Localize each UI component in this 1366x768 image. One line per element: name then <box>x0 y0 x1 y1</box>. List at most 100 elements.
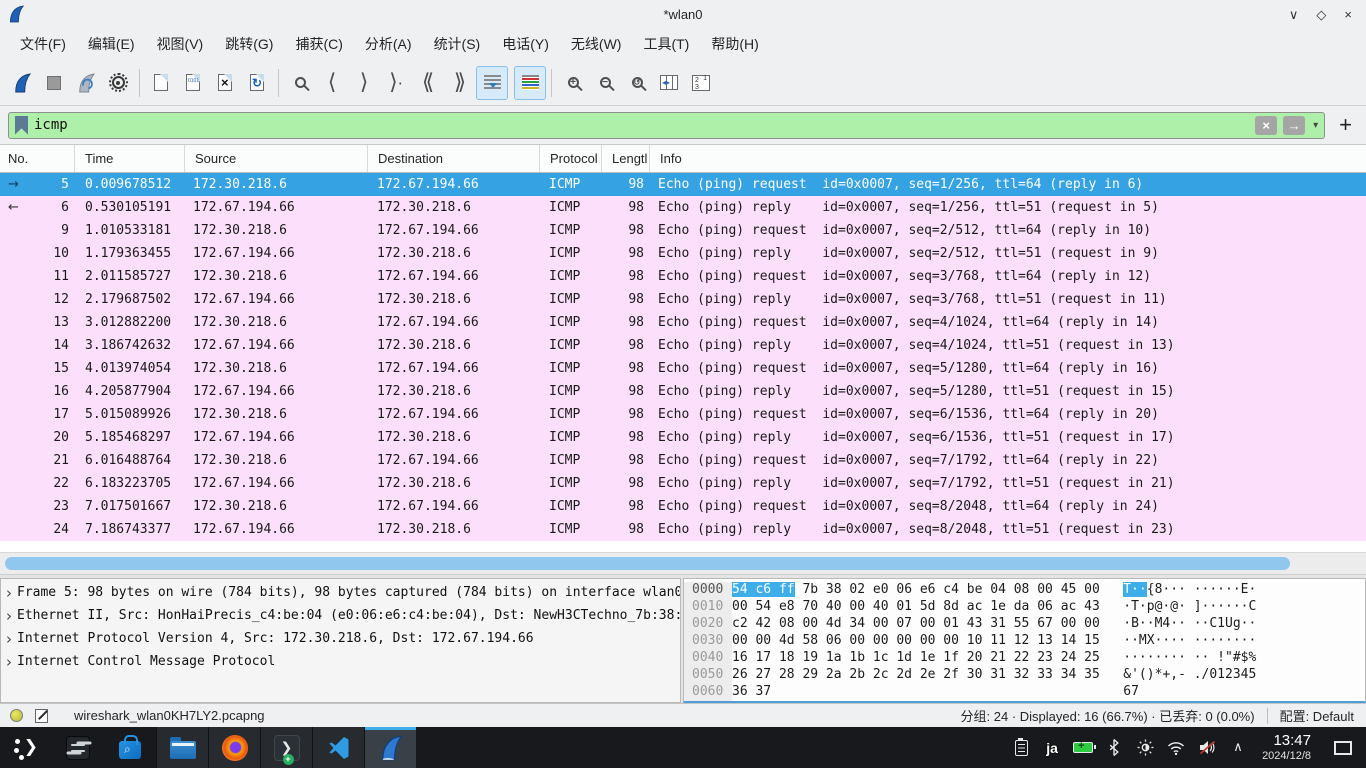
expert-info-icon[interactable] <box>10 709 23 722</box>
horizontal-scrollbar[interactable] <box>0 553 1366 575</box>
save-file-button[interactable] <box>177 66 209 100</box>
packet-row[interactable]: 15 4.013974054 172.30.218.6 172.67.194.6… <box>0 357 1366 380</box>
column-header-no[interactable]: No. <box>0 145 75 172</box>
expander-icon[interactable]: › <box>1 653 17 671</box>
menu-item[interactable]: 工具(T) <box>633 30 699 58</box>
packet-row[interactable]: 23 7.017501667 172.30.218.6 172.67.194.6… <box>0 495 1366 518</box>
file-manager-button[interactable] <box>156 727 208 768</box>
profile-label[interactable]: 配置: Default <box>1280 706 1356 725</box>
vscode-button[interactable] <box>312 727 364 768</box>
menu-item[interactable]: 电话(Y) <box>492 30 559 58</box>
capture-filename[interactable]: wireshark_wlan0KH7LY2.pcapng <box>74 708 265 723</box>
menu-item[interactable]: 帮助(H) <box>701 30 768 58</box>
colorize-button[interactable] <box>514 66 546 100</box>
settings-button[interactable] <box>52 727 104 768</box>
wireshark-taskbar-button[interactable] <box>364 727 416 768</box>
zoom-in-button[interactable]: + <box>557 66 589 100</box>
menu-item[interactable]: 无线(W) <box>561 30 632 58</box>
menu-item[interactable]: 视图(V) <box>147 30 214 58</box>
close-icon[interactable]: × <box>1344 8 1352 21</box>
detail-row[interactable]: › Internet Control Message Protocol <box>1 650 680 673</box>
app-launcher-button[interactable]: ❯ <box>0 727 52 768</box>
hex-row[interactable]: 0000 54 c6 ff 7b 38 02 e0 06 e6 c4 be 04… <box>740 582 1256 599</box>
packet-row[interactable]: 16 4.205877904 172.67.194.66 172.30.218.… <box>0 380 1366 403</box>
detail-row[interactable]: › Frame 5: 98 bytes on wire (784 bits), … <box>1 581 680 604</box>
bluetooth-icon[interactable] <box>1103 736 1125 760</box>
hex-row[interactable]: 0060 36 37 67 <box>740 684 1256 701</box>
packet-row[interactable]: →5 0.009678512 172.30.218.6 172.67.194.6… <box>0 173 1366 196</box>
hex-row[interactable]: 0050 26 27 28 29 2a 2b 2c 2d 2e 2f 30 31… <box>740 667 1256 684</box>
restart-capture-button[interactable] <box>70 66 102 100</box>
filter-clear-button[interactable]: × <box>1255 116 1277 135</box>
hex-row[interactable]: 0040 16 17 18 19 1a 1b 1c 1d 1e 1f 20 21… <box>740 650 1256 667</box>
packet-row[interactable]: 14 3.186742632 172.67.194.66 172.30.218.… <box>0 334 1366 357</box>
column-header-destination[interactable]: Destination <box>368 145 540 172</box>
input-method-icon[interactable]: ja <box>1041 736 1063 760</box>
capture-comment-icon[interactable] <box>35 709 48 723</box>
start-capture-button[interactable] <box>6 66 38 100</box>
show-desktop-button[interactable] <box>1334 741 1352 755</box>
battery-icon[interactable] <box>1072 736 1094 760</box>
wifi-icon[interactable] <box>1165 736 1187 760</box>
detail-row[interactable]: › Internet Protocol Version 4, Src: 172.… <box>1 627 680 650</box>
hex-row[interactable]: 0030 00 00 4d 58 06 00 00 00 00 00 10 11… <box>740 633 1256 650</box>
packet-row[interactable]: 21 6.016488764 172.30.218.6 172.67.194.6… <box>0 449 1366 472</box>
normal-size-button[interactable]: ↺ <box>621 66 653 100</box>
terminal-button[interactable]: ❯+ <box>260 727 312 768</box>
minimize-icon[interactable]: ∨ <box>1289 8 1299 21</box>
zoom-out-button[interactable]: − <box>589 66 621 100</box>
column-header-length[interactable]: Lengtl <box>602 145 650 172</box>
packet-row[interactable]: 13 3.012882200 172.30.218.6 172.67.194.6… <box>0 311 1366 334</box>
display-filter-input[interactable]: icmp × → ▾ <box>8 112 1325 139</box>
menu-item[interactable]: 统计(S) <box>424 30 491 58</box>
column-header-protocol[interactable]: Protocol <box>540 145 602 172</box>
packet-row[interactable]: 9 1.010533181 172.30.218.6 172.67.194.66… <box>0 219 1366 242</box>
packet-row[interactable]: 12 2.179687502 172.67.194.66 172.30.218.… <box>0 288 1366 311</box>
menu-item[interactable]: 编辑(E) <box>78 30 145 58</box>
menu-item[interactable]: 分析(A) <box>355 30 422 58</box>
close-file-button[interactable] <box>209 66 241 100</box>
menu-item[interactable]: 捕获(C) <box>285 30 352 58</box>
packet-row[interactable]: ←6 0.530105191 172.67.194.66 172.30.218.… <box>0 196 1366 219</box>
detail-row[interactable]: › Ethernet II, Src: HonHaiPrecis_c4:be:0… <box>1 604 680 627</box>
expander-icon[interactable]: › <box>1 630 17 648</box>
packet-row[interactable]: 24 7.186743377 172.67.194.66 172.30.218.… <box>0 518 1366 541</box>
hex-row[interactable]: 0010 00 54 e8 70 40 00 40 01 5d 8d ac 1e… <box>740 599 1256 616</box>
capture-options-button[interactable] <box>102 66 134 100</box>
hex-row[interactable]: 0020 c2 42 08 00 4d 34 00 07 00 01 43 31… <box>740 616 1256 633</box>
packet-row[interactable]: 20 5.185468297 172.67.194.66 172.30.218.… <box>0 426 1366 449</box>
clock[interactable]: 13:47 2024/12/8 <box>1262 733 1311 762</box>
packet-row[interactable]: 10 1.179363455 172.67.194.66 172.30.218.… <box>0 242 1366 265</box>
column-header-info[interactable]: Info <box>650 145 1366 172</box>
column-header-source[interactable]: Source <box>185 145 368 172</box>
filter-apply-button[interactable]: → <box>1283 116 1305 135</box>
packet-row[interactable]: 17 5.015089926 172.30.218.6 172.67.194.6… <box>0 403 1366 426</box>
brightness-icon[interactable] <box>1134 736 1156 760</box>
find-packet-button[interactable] <box>284 66 316 100</box>
expander-icon[interactable]: › <box>1 584 17 602</box>
go-back-button[interactable]: ⟨ <box>316 66 348 100</box>
clipboard-icon[interactable] <box>1010 736 1032 760</box>
tray-expand-icon[interactable]: ∧ <box>1227 736 1249 760</box>
scrollbar-thumb[interactable] <box>5 557 1290 570</box>
chevron-down-icon[interactable]: ▾ <box>1313 120 1318 131</box>
go-last-button[interactable]: ⟫ <box>444 66 476 100</box>
filter-value[interactable]: icmp <box>34 117 1249 133</box>
bookmark-icon[interactable] <box>15 116 28 135</box>
volume-muted-icon[interactable] <box>1196 736 1218 760</box>
column-header-time[interactable]: Time <box>75 145 185 172</box>
number-columns-button[interactable] <box>685 66 717 100</box>
stop-capture-button[interactable] <box>38 66 70 100</box>
menu-item[interactable]: 跳转(G) <box>215 30 283 58</box>
maximize-icon[interactable]: ◇ <box>1316 8 1326 21</box>
filter-add-button[interactable]: + <box>1333 114 1358 136</box>
go-first-button[interactable]: ⟪ <box>412 66 444 100</box>
packet-row[interactable]: 11 2.011585727 172.30.218.6 172.67.194.6… <box>0 265 1366 288</box>
software-store-button[interactable] <box>104 727 156 768</box>
expander-icon[interactable]: › <box>1 607 17 625</box>
reload-file-button[interactable] <box>241 66 273 100</box>
auto-scroll-button[interactable] <box>476 66 508 100</box>
go-to-packet-button[interactable]: ⟩ <box>380 66 412 100</box>
firefox-button[interactable] <box>208 727 260 768</box>
go-forward-button[interactable]: ⟩ <box>348 66 380 100</box>
